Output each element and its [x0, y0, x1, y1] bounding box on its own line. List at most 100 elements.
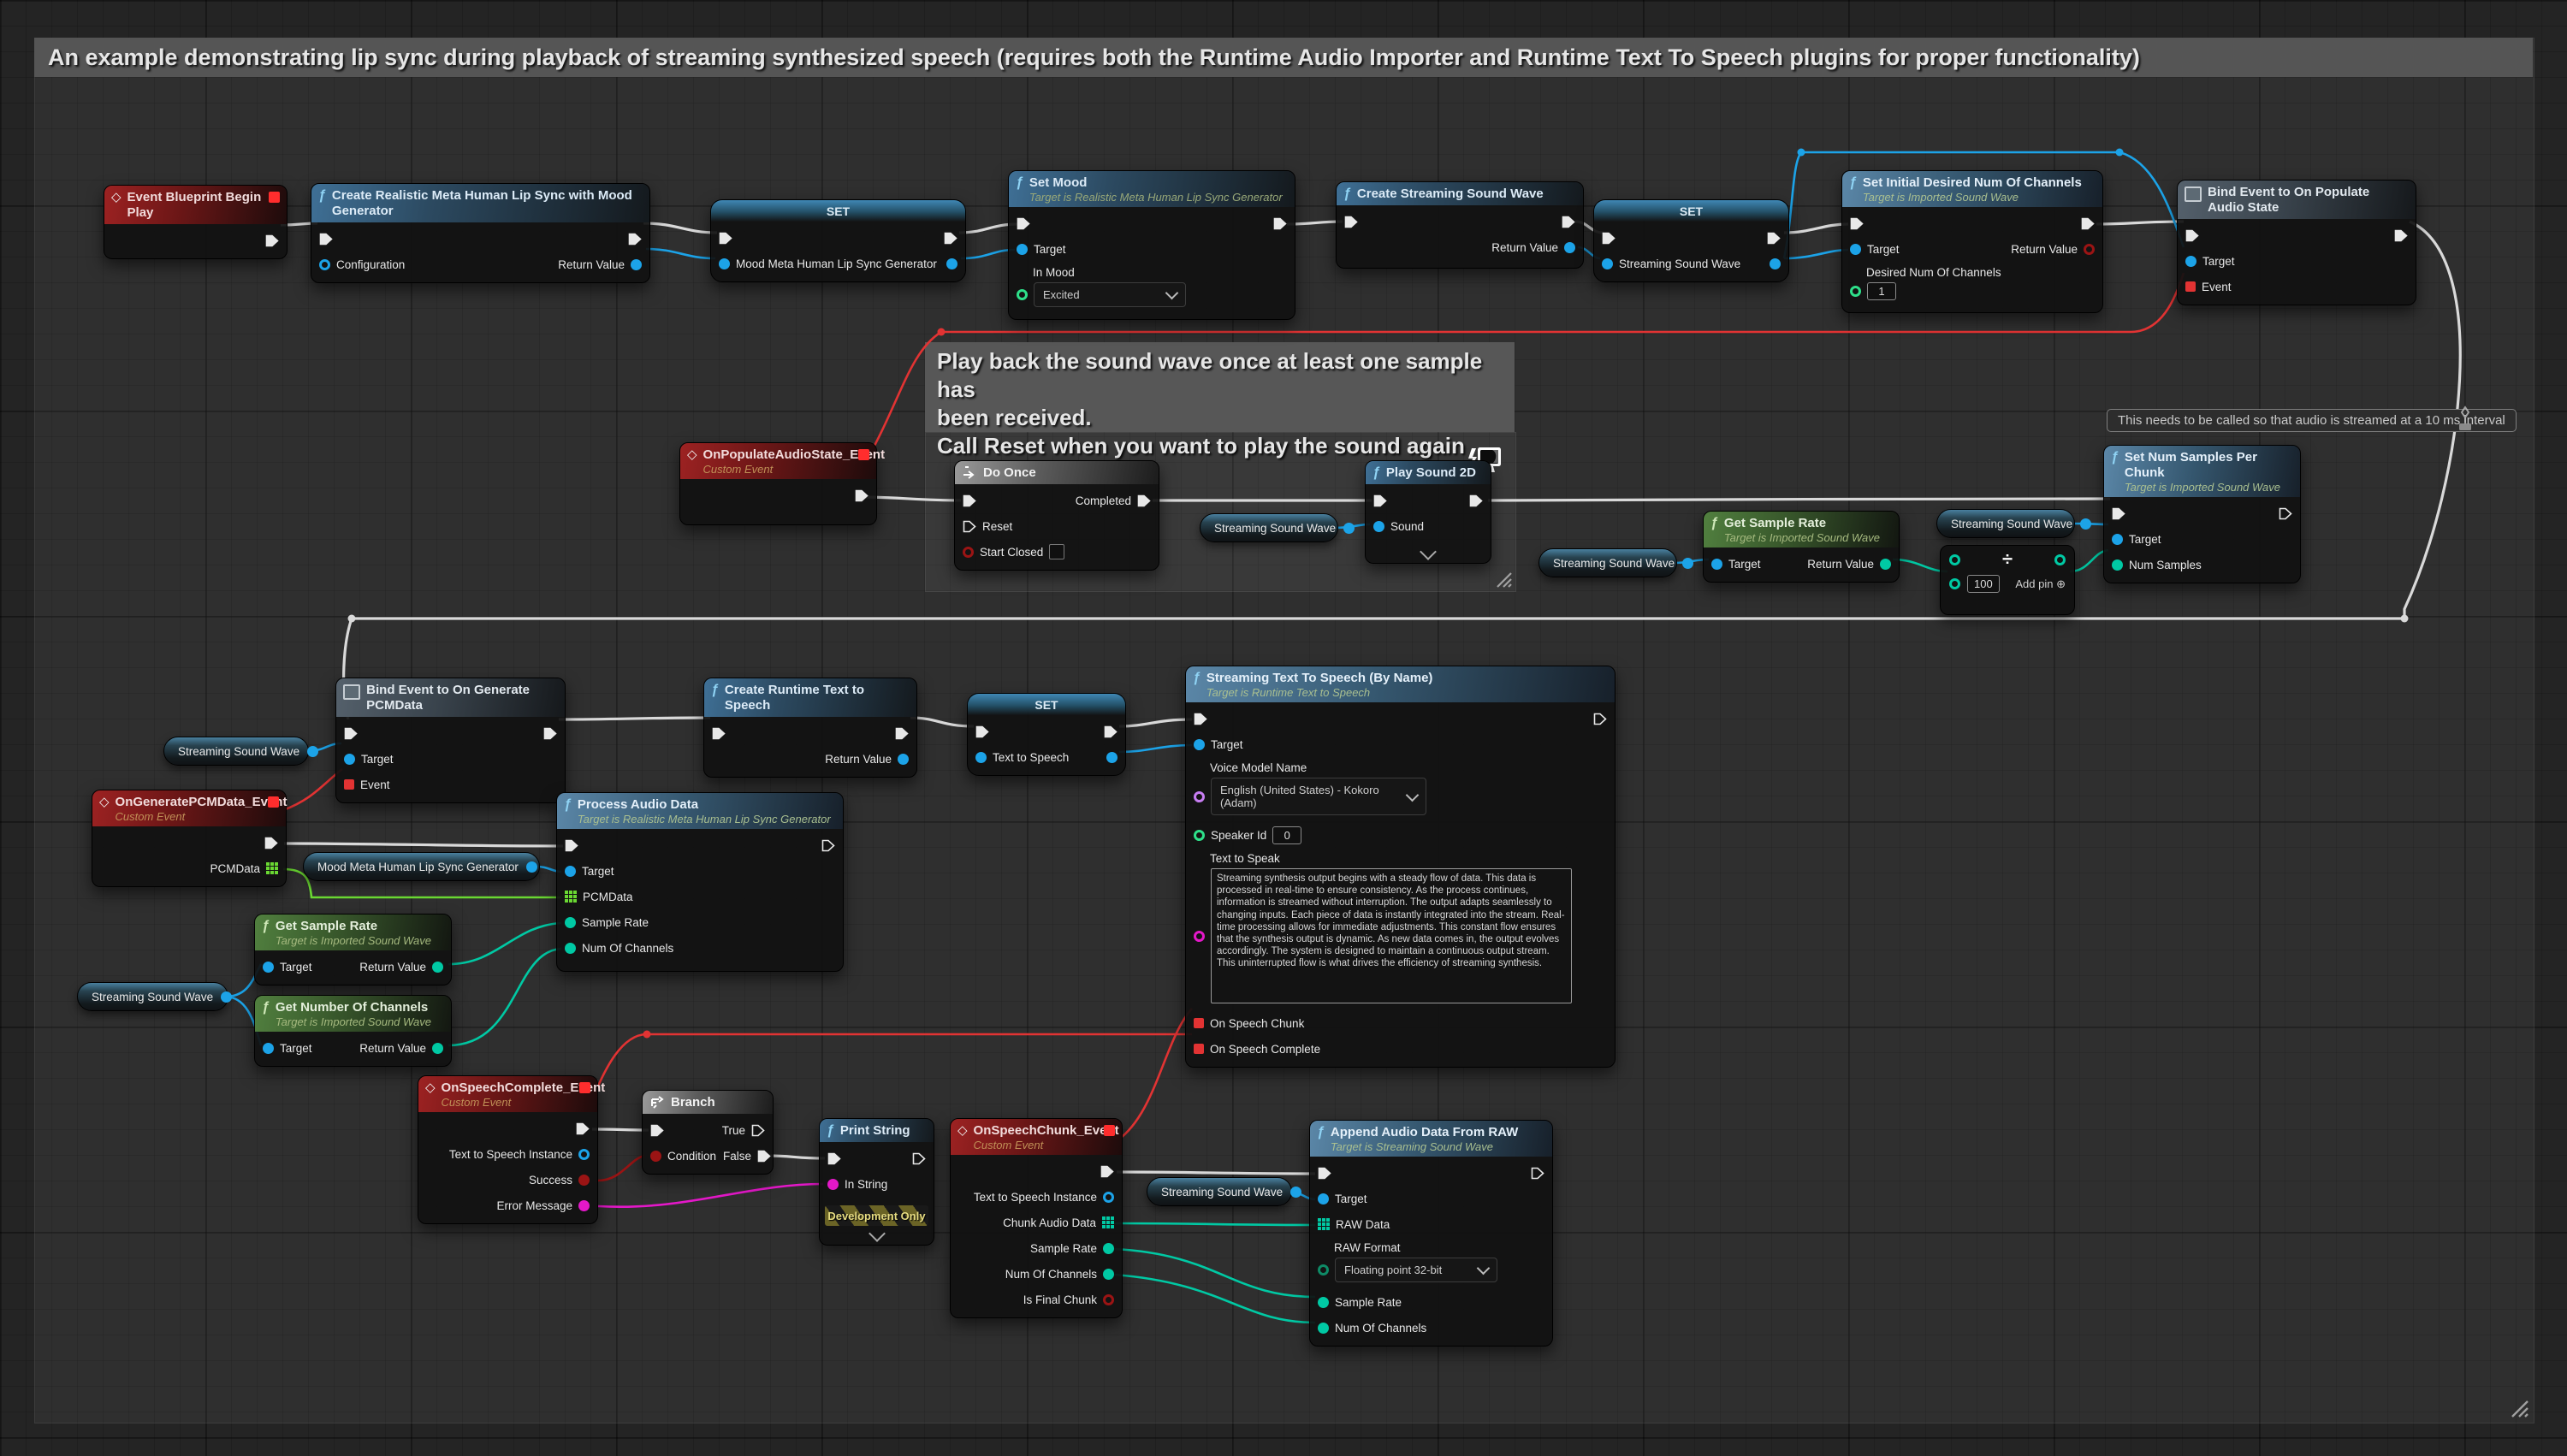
dropdown[interactable]: Floating point 32-bit: [1335, 1258, 1497, 1282]
in-pin[interactable]: [1017, 217, 1030, 230]
in-pin[interactable]: [827, 1152, 841, 1165]
target-pin[interactable]: [344, 754, 355, 765]
num-of-channels-pin[interactable]: [1103, 1269, 1114, 1280]
variable-get-pill-ssw-3[interactable]: Streaming Sound Wave: [1936, 509, 2075, 538]
node-set-mood-var[interactable]: SETMood Meta Human Lip Sync Generator: [710, 199, 966, 282]
num-of-channels-pin[interactable]: [565, 943, 576, 954]
node-play-sound-2d[interactable]: ƒPlay Sound 2DSound: [1365, 460, 1491, 564]
configuration-pin[interactable]: [319, 259, 330, 270]
target-pin[interactable]: [565, 866, 576, 877]
text-to-speak-input[interactable]: Streaming synthesis output begins with a…: [1211, 868, 1572, 1003]
success-pin[interactable]: [578, 1175, 590, 1186]
variable-get-pill-ssw-5[interactable]: Streaming Sound Wave: [77, 982, 228, 1011]
out-pin[interactable]: [895, 727, 909, 740]
node-streaming-tts-by-name[interactable]: ƒStreaming Text To Speech (By Name)Targe…: [1185, 666, 1615, 1068]
playback-comment-title[interactable]: Play back the sound wave once at least o…: [925, 342, 1515, 432]
output-pin[interactable]: [1343, 523, 1355, 534]
node-get-sample-rate-1[interactable]: ƒGet Sample RateTarget is Imported Sound…: [1703, 511, 1900, 583]
condition-pin[interactable]: [650, 1151, 661, 1162]
in-pin[interactable]: [1017, 289, 1028, 300]
target-pin[interactable]: [1017, 244, 1028, 255]
num-of-channels-pin[interactable]: [1318, 1323, 1329, 1334]
variable-get-pill-mood-gen[interactable]: Mood Meta Human Lip Sync Generator: [303, 852, 540, 881]
main-comment-resize-handle[interactable]: [2507, 1396, 2529, 1418]
true-pin[interactable]: [751, 1124, 765, 1137]
node-on-populate-audio-state-event[interactable]: ◇OnPopulateAudioState_EventCustom Event: [679, 442, 877, 525]
text-to-speech-instance-pin[interactable]: [1103, 1192, 1114, 1203]
chunk-audio-data-pin[interactable]: [1102, 1216, 1114, 1228]
error-message-pin[interactable]: [578, 1200, 590, 1211]
output-pin[interactable]: [1290, 1187, 1301, 1198]
out-pin[interactable]: [265, 234, 279, 247]
out-pin[interactable]: [1100, 1165, 1114, 1178]
out-pin[interactable]: [1767, 232, 1781, 245]
divide-input-2-pin[interactable]: [1949, 578, 1960, 589]
variable-get-pill-ssw-1[interactable]: Streaming Sound Wave: [1200, 513, 1338, 542]
out-pin[interactable]: [1770, 258, 1781, 269]
out-pin[interactable]: [543, 727, 557, 740]
node-set-num-samples-per-chunk[interactable]: ƒSet Num Samples Per ChunkTarget is Impo…: [2103, 445, 2301, 583]
mood-meta-human-lip-sync-generator-pin[interactable]: [719, 258, 730, 269]
in-pin[interactable]: [1318, 1264, 1329, 1275]
in-string-pin[interactable]: [827, 1179, 839, 1190]
in-pin[interactable]: [975, 725, 989, 738]
return-value-pin[interactable]: [1564, 242, 1575, 253]
target-pin[interactable]: [1850, 244, 1861, 255]
output-pin[interactable]: [2080, 518, 2091, 530]
pcmdata-pin[interactable]: [266, 862, 278, 874]
node-on-speech-complete-event[interactable]: ◇OnSpeechComplete_EventCustom EventText …: [418, 1075, 598, 1224]
out-pin[interactable]: [1469, 494, 1483, 507]
in-pin[interactable]: [1194, 713, 1207, 725]
out-pin[interactable]: [1562, 216, 1575, 228]
node-append-audio-data-from-raw[interactable]: ƒAppend Audio Data From RAWTarget is Str…: [1309, 1120, 1553, 1347]
divide-input-1-pin[interactable]: [1949, 554, 1960, 565]
on-speech-complete-pin[interactable]: [1194, 1044, 1204, 1054]
variable-get-pill-ssw-2[interactable]: Streaming Sound Wave: [1538, 548, 1677, 577]
in-pin[interactable]: [650, 1124, 664, 1137]
reset-pin[interactable]: [963, 520, 976, 533]
return-value-pin[interactable]: [898, 754, 909, 765]
out-pin[interactable]: [2279, 507, 2292, 520]
speaker-id-pin[interactable]: [1194, 830, 1205, 841]
sound-pin[interactable]: [1373, 521, 1384, 532]
output-pin[interactable]: [526, 861, 537, 873]
in-pin[interactable]: [344, 727, 358, 740]
out-pin[interactable]: [1593, 713, 1607, 725]
variable-get-pill-ssw-4[interactable]: Streaming Sound Wave: [163, 737, 309, 766]
value-box[interactable]: 0: [1272, 826, 1301, 844]
main-comment-title[interactable]: An example demonstrating lip sync during…: [34, 38, 2533, 77]
delegate-pin[interactable]: [268, 796, 279, 808]
return-value-pin[interactable]: [2084, 244, 2095, 255]
out-pin[interactable]: [1104, 725, 1118, 738]
out-pin[interactable]: [855, 489, 869, 502]
node-on-generate-pcmdata-event[interactable]: ◇OnGeneratePCMData_EventCustom EventPCMD…: [92, 790, 287, 887]
in-pin[interactable]: [1194, 791, 1205, 802]
node-print-string[interactable]: ƒPrint StringIn StringDevelopment Only: [819, 1118, 934, 1246]
node-create-realistic-lipsync[interactable]: ƒCreate Realistic Meta Human Lip Sync wi…: [311, 183, 650, 283]
num-samples-pin[interactable]: [2112, 559, 2123, 571]
playback-comment-resize-handle[interactable]: [1491, 566, 1513, 589]
return-value-pin[interactable]: [432, 962, 443, 973]
checkbox[interactable]: [1049, 544, 1064, 559]
divide-output-pin[interactable]: [2054, 554, 2066, 565]
sample-rate-pin[interactable]: [565, 917, 576, 928]
in-pin[interactable]: [2112, 507, 2125, 520]
target-pin[interactable]: [263, 1043, 274, 1054]
divide-value-box[interactable]: 100: [1967, 575, 2000, 593]
out-pin[interactable]: [1106, 752, 1118, 763]
delegate-pin[interactable]: [1104, 1125, 1115, 1136]
false-pin[interactable]: [757, 1150, 771, 1163]
note-pin-icon[interactable]: [2454, 405, 2476, 431]
node-create-streaming-sound-wave[interactable]: ƒCreate Streaming Sound WaveReturn Value: [1336, 181, 1584, 269]
return-value-pin[interactable]: [432, 1043, 443, 1054]
delegate-pin[interactable]: [858, 449, 869, 460]
pcmdata-pin[interactable]: [565, 891, 577, 903]
node-get-number-of-channels[interactable]: ƒGet Number Of ChannelsTarget is Importe…: [254, 995, 452, 1067]
output-pin[interactable]: [307, 746, 318, 757]
sample-rate-pin[interactable]: [1103, 1243, 1114, 1254]
event-pin[interactable]: [344, 779, 354, 790]
out-pin[interactable]: [2081, 217, 2095, 230]
node-on-speech-chunk-event[interactable]: ◇OnSpeechChunk_EventCustom EventText to …: [950, 1118, 1123, 1318]
out-pin[interactable]: [628, 233, 642, 246]
variable-get-pill-ssw-6[interactable]: Streaming Sound Wave: [1147, 1177, 1292, 1206]
